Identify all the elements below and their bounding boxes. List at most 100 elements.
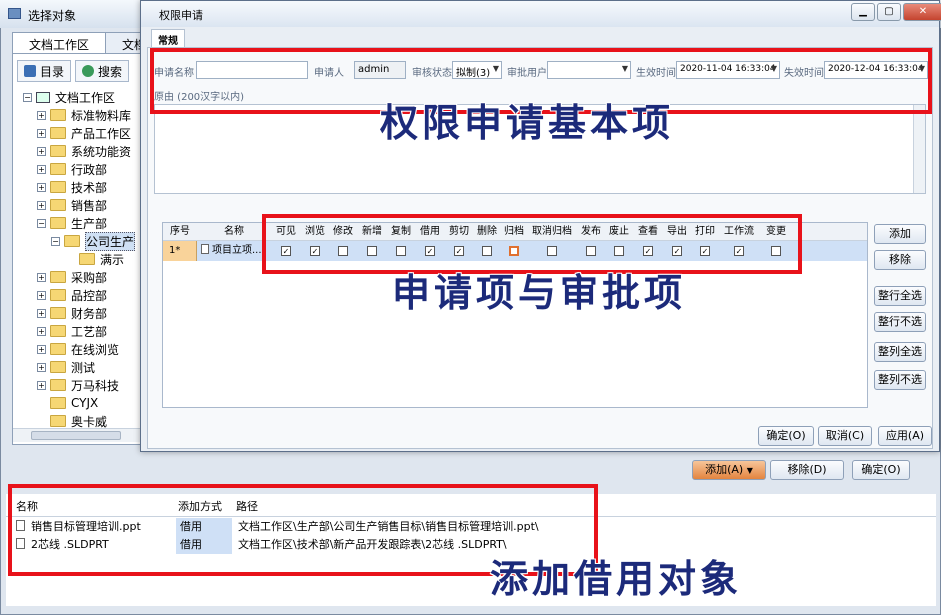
tree-item[interactable]: + 采购部 (23, 268, 147, 286)
app-icon (8, 8, 21, 19)
tree-item-label: 行政部 (71, 162, 108, 177)
collapse-icon[interactable]: − (51, 236, 60, 246)
row-name-label: 项目立项... (212, 245, 262, 256)
close-button[interactable]: ✕ (903, 3, 941, 21)
expand-icon[interactable]: + (37, 128, 46, 138)
tree-item[interactable]: + 财务部 (23, 304, 147, 322)
expand-icon[interactable]: + (37, 308, 46, 318)
dialog-ok-button[interactable]: 确定(O) (758, 426, 814, 446)
tree-item-label: 产品工作区 (71, 126, 132, 141)
tree-item-label: 财务部 (71, 306, 108, 321)
tree-item-label: 技术部 (71, 180, 108, 195)
tree-scrollbar[interactable] (13, 428, 147, 442)
document-icon (201, 244, 209, 254)
expand-icon[interactable]: + (37, 380, 46, 390)
tree-item[interactable]: + 行政部 (23, 160, 147, 178)
expand-icon[interactable]: + (37, 326, 46, 336)
tree-item-label: 标准物料库 (71, 108, 132, 123)
expand-icon[interactable]: + (37, 290, 46, 300)
grid-header-cell[interactable]: 序号 (163, 223, 197, 241)
tree-item[interactable]: + 品控部 (23, 286, 147, 304)
tree-root-label: 文档工作区 (55, 90, 116, 105)
tree-item[interactable]: CYJX (23, 394, 147, 412)
tree-item-label: 万马科技 (71, 378, 120, 393)
computer-icon (36, 91, 50, 103)
tree-item[interactable]: + 标准物料库 (23, 106, 147, 124)
expand-icon[interactable]: + (37, 164, 46, 174)
folder-icon (50, 289, 66, 301)
collapse-icon[interactable]: − (37, 218, 46, 228)
maximize-button[interactable]: ▢ (877, 3, 901, 21)
folder-icon (50, 163, 66, 175)
expand-icon[interactable]: + (37, 146, 46, 156)
folder-icon (50, 379, 66, 391)
catalog-button[interactable]: 目录 (17, 60, 72, 82)
select-row-all-button[interactable]: 整行全选 (874, 286, 926, 306)
expand-icon[interactable]: + (37, 362, 46, 372)
reason-scrollbar[interactable] (913, 105, 925, 193)
left-toolbar: 目录 搜索 (17, 60, 130, 82)
tree-item-label: 满示 (100, 252, 125, 267)
folder-tree: − 文档工作区 + 标准物料库 + 产品工作区 + 系统功能资 + 行政部 + 技术部 + 销… (23, 88, 147, 438)
add-row-button[interactable]: 添加 (874, 224, 926, 244)
row-name: 项目立项... (201, 242, 262, 260)
dialog-apply-button[interactable]: 应用(A) (878, 426, 932, 446)
expand-icon[interactable]: + (37, 200, 46, 210)
select-col-none-button[interactable]: 整列不选 (874, 370, 926, 390)
folder-icon (50, 181, 66, 193)
tab-general[interactable]: 常规 (151, 29, 185, 49)
tree-item[interactable]: + 工艺部 (23, 322, 147, 340)
tree-item-label: 工艺部 (71, 324, 108, 339)
dialog-titlebar (141, 1, 939, 27)
scroll-thumb[interactable] (31, 431, 121, 440)
main-add-button[interactable]: 添加(A) ▼ (692, 460, 766, 480)
tree-item[interactable]: 满示 (23, 250, 147, 268)
select-col-all-button[interactable]: 整列全选 (874, 342, 926, 362)
minimize-button[interactable]: ▁ (851, 3, 875, 21)
expand-icon[interactable]: + (37, 110, 46, 120)
annotation-basic: 权限申请基本项 (380, 101, 675, 145)
tree-item[interactable]: + 销售部 (23, 196, 147, 214)
catalog-label: 目录 (40, 64, 65, 79)
annotation-borrow: 添加借用对象 (490, 557, 743, 601)
tree-item[interactable]: + 在线浏览 (23, 340, 147, 358)
folder-icon (50, 343, 66, 355)
tree-root[interactable]: − 文档工作区 (23, 88, 147, 106)
tree-item-label: 销售部 (71, 198, 108, 213)
search-button[interactable]: 搜索 (75, 60, 130, 82)
select-row-none-button[interactable]: 整行不选 (874, 312, 926, 332)
tree-item[interactable]: + 系统功能资 (23, 142, 147, 160)
folder-icon (50, 325, 66, 337)
tree-item[interactable]: − 生产部 (23, 214, 147, 232)
main-add-label: 添加(A) (705, 463, 744, 476)
chevron-down-icon: ▼ (746, 466, 753, 475)
tree-item[interactable]: + 产品工作区 (23, 124, 147, 142)
main-ok-button[interactable]: 确定(O) (852, 460, 910, 480)
search-icon (82, 65, 95, 77)
expand-icon[interactable]: + (37, 344, 46, 354)
folder-icon (64, 235, 80, 247)
folder-icon (50, 415, 66, 427)
folder-icon (50, 109, 66, 121)
main-title: 选择对象 (28, 9, 77, 23)
dialog-cancel-button[interactable]: 取消(C) (818, 426, 872, 446)
tree-item-label: 公司生产 (85, 231, 136, 251)
folder-icon (50, 307, 66, 319)
tree-item-label: 奥卡威 (71, 414, 108, 429)
tree-item-label: 在线浏览 (71, 342, 120, 357)
expand-icon[interactable]: + (37, 272, 46, 282)
folder-icon (50, 145, 66, 157)
tree-item-label: 测试 (71, 360, 96, 375)
tree-item[interactable]: + 万马科技 (23, 376, 147, 394)
collapse-icon[interactable]: − (23, 92, 32, 102)
grid-header-cell[interactable]: 名称 (197, 223, 271, 241)
remove-row-button[interactable]: 移除 (874, 250, 926, 270)
expand-icon[interactable]: + (37, 182, 46, 192)
tab-workspace[interactable]: 文档工作区 (12, 32, 107, 54)
main-remove-button[interactable]: 移除(D) (770, 460, 844, 480)
folder-icon (50, 199, 66, 211)
tree-item-selected[interactable]: − 公司生产 (23, 231, 147, 251)
tree-item[interactable]: + 技术部 (23, 178, 147, 196)
left-panel: 目录 搜索 − 文档工作区 + 标准物料库 + 产品工作区 + 系统功能资 + 行政部 +… (12, 53, 148, 445)
tree-item[interactable]: + 测试 (23, 358, 147, 376)
